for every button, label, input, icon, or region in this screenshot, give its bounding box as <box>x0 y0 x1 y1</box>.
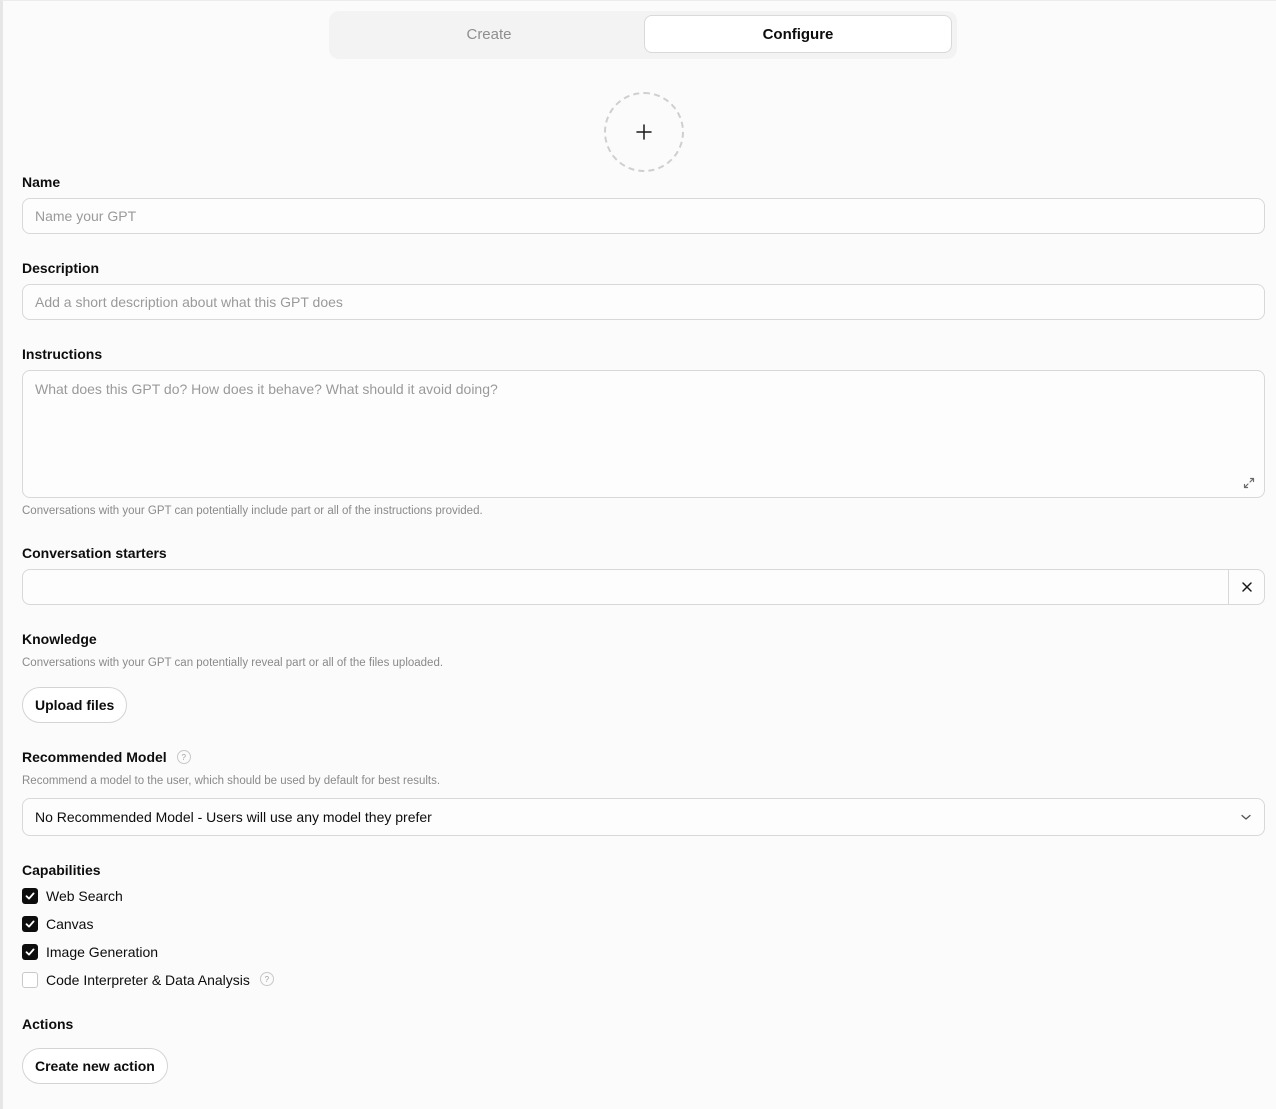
instructions-label: Instructions <box>22 346 103 362</box>
starters-label: Conversation starters <box>22 545 167 561</box>
name-input[interactable] <box>22 198 1265 234</box>
checkbox-checked[interactable] <box>22 916 38 932</box>
capability-image-generation[interactable]: Image Generation <box>22 943 158 961</box>
avatar-upload-button[interactable] <box>604 92 684 172</box>
remove-starter-button[interactable] <box>1228 570 1264 604</box>
mode-tabs: Create Configure <box>329 11 957 59</box>
recommended-model-label: Recommended Model? <box>22 749 191 765</box>
recommended-model-value: No Recommended Model - Users will use an… <box>35 809 432 825</box>
capability-web-search[interactable]: Web Search <box>22 887 123 905</box>
chevron-down-icon <box>1241 814 1251 820</box>
capability-label: Canvas <box>46 916 94 932</box>
conversation-starter-row <box>22 569 1265 605</box>
name-label: Name <box>22 174 61 190</box>
recommended-model-select[interactable]: No Recommended Model - Users will use an… <box>22 798 1265 836</box>
plus-icon <box>636 124 652 140</box>
capability-code-interpreter[interactable]: Code Interpreter & Data Analysis ? <box>22 971 274 989</box>
checkbox-unchecked[interactable] <box>22 972 38 988</box>
capability-label: Image Generation <box>46 944 159 960</box>
help-icon[interactable]: ? <box>176 750 191 765</box>
actions-label: Actions <box>22 1016 74 1032</box>
create-new-action-button[interactable]: Create new action <box>22 1048 168 1084</box>
instructions-textarea[interactable] <box>22 370 1265 498</box>
recommended-model-label-text: Recommended Model <box>22 749 167 765</box>
checkbox-checked[interactable] <box>22 944 38 960</box>
description-input[interactable] <box>22 284 1265 320</box>
gpt-editor: Create Configure Name Description Instru… <box>0 0 1276 1109</box>
check-icon <box>25 892 35 900</box>
help-icon[interactable]: ? <box>259 972 274 986</box>
knowledge-label: Knowledge <box>22 631 97 647</box>
upload-files-button[interactable]: Upload files <box>22 687 128 723</box>
capability-canvas[interactable]: Canvas <box>22 915 93 933</box>
capability-label: Code Interpreter & Data Analysis <box>46 972 250 988</box>
knowledge-hint: Conversations with your GPT can potentia… <box>22 657 444 669</box>
check-icon <box>25 920 35 928</box>
close-icon <box>1241 582 1252 592</box>
capabilities-label: Capabilities <box>22 862 101 878</box>
instructions-hint: Conversations with your GPT can potentia… <box>22 505 483 517</box>
tab-create[interactable]: Create <box>335 15 643 53</box>
check-icon <box>25 948 35 956</box>
conversation-starter-input[interactable] <box>23 570 1229 604</box>
checkbox-checked[interactable] <box>22 888 38 904</box>
expand-icon[interactable] <box>1241 475 1257 491</box>
tab-configure[interactable]: Configure <box>644 15 952 53</box>
capability-label: Web Search <box>46 888 123 904</box>
description-label: Description <box>22 260 100 276</box>
recommended-model-hint: Recommend a model to the user, which sho… <box>22 775 441 787</box>
